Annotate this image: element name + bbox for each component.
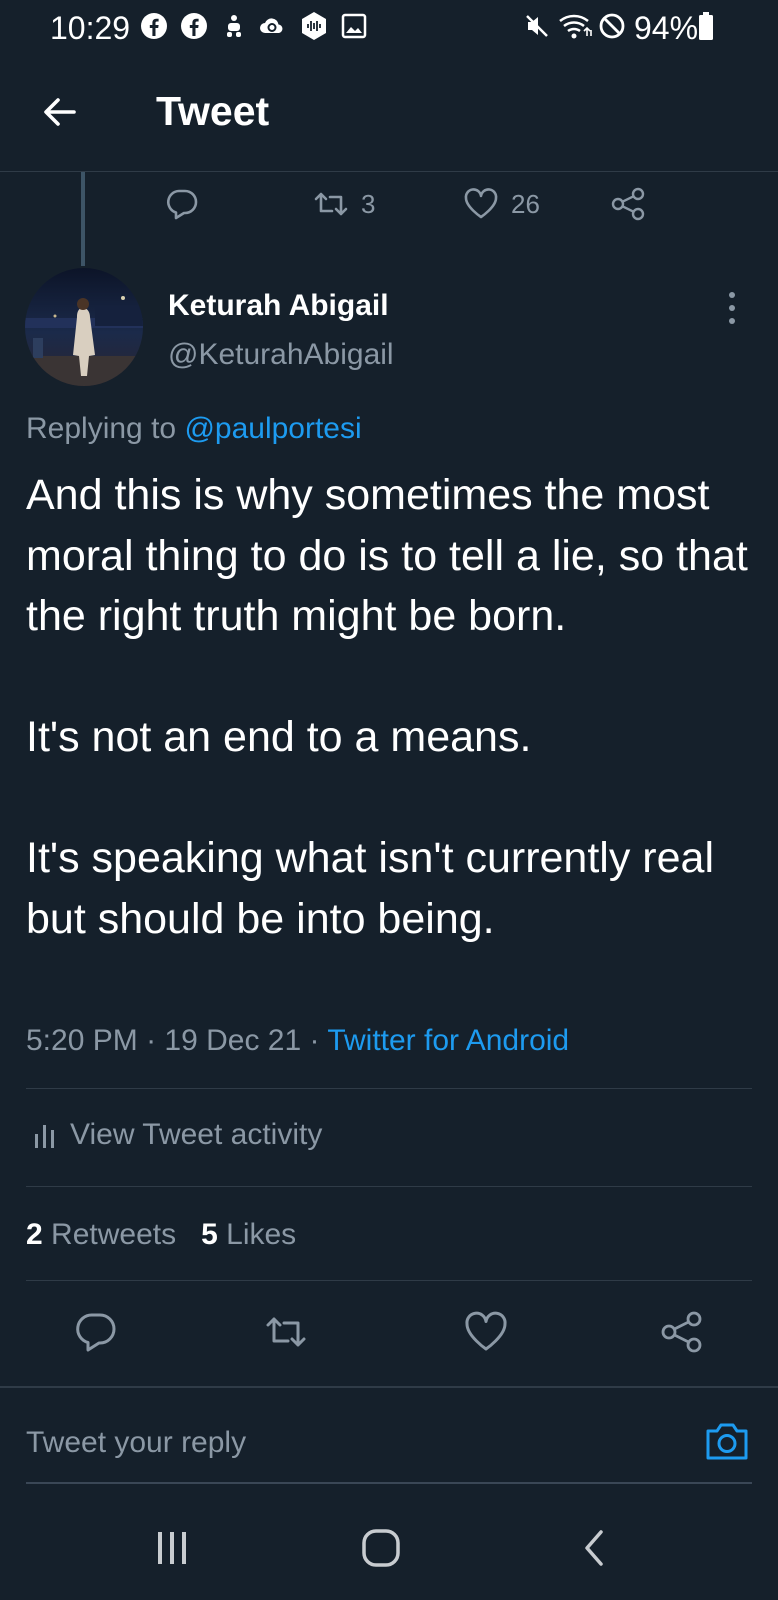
parent-like-count: 26 (511, 188, 540, 219)
reply-bar-divider (0, 1386, 778, 1388)
mute-icon (526, 15, 548, 37)
gallery-icon (341, 13, 367, 39)
retweet-icon (314, 192, 348, 216)
facebook-icon (181, 13, 207, 39)
home-icon[interactable] (361, 1528, 401, 1568)
battery-icon (699, 12, 713, 40)
parent-like-button[interactable]: 26 (463, 186, 540, 222)
cloud-sync-icon (260, 18, 283, 33)
wifi-icon (559, 14, 592, 39)
status-bar: 10:29 94% (0, 0, 778, 56)
parent-retweet-count: 3 (361, 188, 376, 219)
view-tweet-activity[interactable]: View Tweet activity (34, 1118, 322, 1152)
replying-to: Replying to @paulportesi (26, 412, 362, 446)
retweets-label[interactable]: Retweets (51, 1218, 176, 1251)
tweet-text: And this is why sometimes the most moral… (26, 471, 748, 943)
parent-reply-button[interactable] (165, 186, 199, 222)
reply-icon (167, 189, 198, 220)
back-arrow-icon[interactable] (40, 92, 80, 132)
facebook-icon (141, 13, 167, 39)
reply-input-underline (26, 1482, 752, 1484)
avatar[interactable] (25, 268, 143, 386)
tweet-meta: 5:20 PM · 19 Dec 21 · Twitter for Androi… (26, 1024, 569, 1058)
retweet-icon[interactable] (264, 1310, 308, 1354)
heart-icon[interactable] (464, 1310, 508, 1354)
podcast-icon (302, 12, 326, 40)
likes-count[interactable]: 5 (201, 1218, 218, 1251)
reply-input[interactable]: Tweet your reply (26, 1426, 246, 1460)
activity-label: View Tweet activity (70, 1118, 323, 1151)
more-options-icon[interactable] (724, 290, 740, 326)
reply-icon[interactable] (74, 1310, 118, 1354)
replying-to-handle[interactable]: @paulportesi (184, 412, 361, 445)
divider (26, 1088, 752, 1089)
tweet-source[interactable]: Twitter for Android (327, 1024, 569, 1057)
likes-label[interactable]: Likes (226, 1218, 296, 1251)
tweet-stats: 2 Retweets 5 Likes (26, 1218, 296, 1252)
meta-separator: · (146, 1024, 157, 1057)
share-icon[interactable] (660, 1310, 704, 1354)
retweets-count[interactable]: 2 (26, 1218, 43, 1251)
status-time: 10:29 (50, 10, 131, 46)
page-title: Tweet (156, 88, 270, 134)
heart-icon (464, 188, 498, 219)
back-nav-icon[interactable] (575, 1528, 615, 1568)
thread-line (81, 172, 85, 266)
replying-prefix: Replying to (26, 412, 185, 445)
divider (26, 1186, 752, 1187)
camera-icon[interactable] (704, 1420, 750, 1462)
header-divider (0, 171, 778, 172)
parent-share-button[interactable] (610, 186, 646, 222)
do-not-disturb-icon (599, 13, 625, 39)
author-handle[interactable]: @KeturahAbigail (168, 338, 394, 372)
parent-retweet-button[interactable]: 3 (313, 186, 375, 222)
battery-percent: 94% (634, 10, 699, 46)
meta-separator: · (309, 1024, 320, 1057)
divider (26, 1280, 752, 1281)
author-name[interactable]: Keturah Abigail (168, 289, 389, 323)
share-icon (611, 187, 645, 221)
tweet-time: 5:20 PM (26, 1024, 138, 1057)
recent-apps-icon[interactable] (152, 1528, 192, 1568)
robot-icon (227, 15, 241, 37)
tweet-date: 19 Dec 21 (164, 1024, 302, 1057)
analytics-icon (35, 1125, 54, 1148)
